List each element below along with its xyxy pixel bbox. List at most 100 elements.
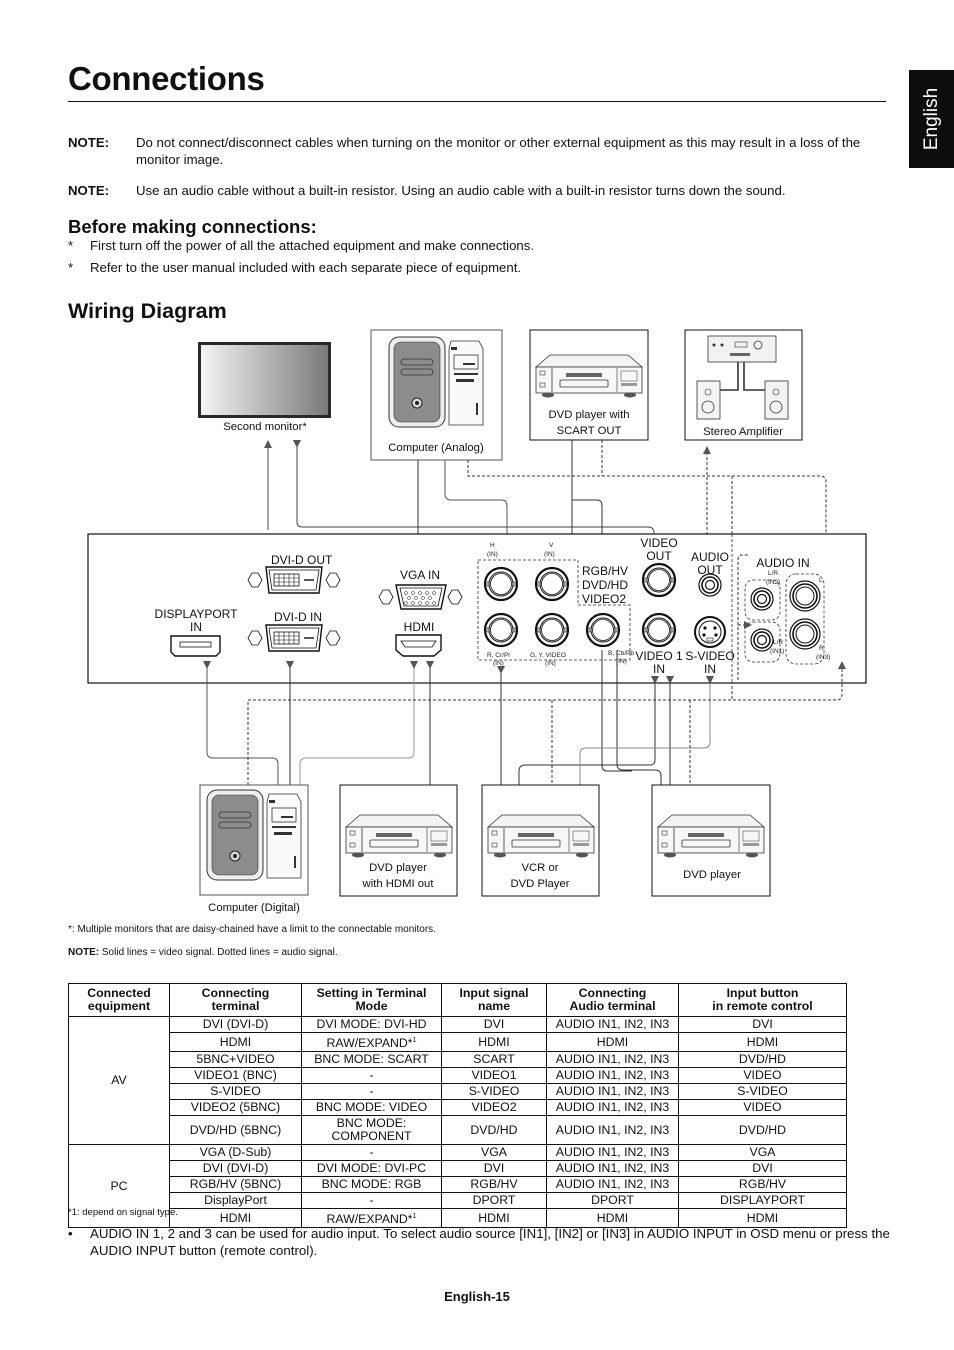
table-cell: S-VIDEO xyxy=(441,1083,547,1101)
table-row: VIDEO2 (5BNC) BNC MODE: VIDEO VIDEO2 AUDIO … xyxy=(69,1099,847,1117)
dvd-player-label: DVD player xyxy=(683,869,741,881)
bnc-r-label: R, Cr/Pr xyxy=(487,652,511,659)
bnc-v-label: V xyxy=(549,542,554,549)
bnc-r-port xyxy=(483,612,519,648)
bnc-v-port xyxy=(534,566,570,602)
table-cell: DVI xyxy=(441,1160,547,1178)
table-row: VIDEO1 (BNC) - VIDEO1 AUDIO IN1, IN2, IN3 VI… xyxy=(69,1067,847,1085)
table-cell: BNC MODE: RGB xyxy=(301,1176,442,1194)
bnc-h-port xyxy=(483,566,519,602)
table-cell: - xyxy=(301,1192,442,1210)
table-cell: DVD/HD xyxy=(441,1115,547,1146)
displayport-label-in: IN xyxy=(190,620,202,634)
bnc-in-label: (IN) xyxy=(616,658,627,665)
audio-out-label-2: OUT xyxy=(697,563,723,577)
bnc-in-label: (IN) xyxy=(487,551,498,558)
table-cell: DVI MODE: DVI-PC xyxy=(301,1160,442,1178)
dvi-d-out-label: DVI-D OUT xyxy=(271,553,333,567)
table-cell: S-VIDEO xyxy=(678,1083,847,1101)
s-video-label: S-VIDEO xyxy=(685,649,734,663)
table-cell: AUDIO IN1, IN2, IN3 xyxy=(546,1051,679,1069)
wiring-diagram: Second monitor* Computer (Analog) DVD pl… xyxy=(87,329,867,914)
diagram-note: NOTE: Solid lines = video signal. Dotted… xyxy=(68,947,338,958)
dvd-hdmi-label-1: DVD player xyxy=(369,862,427,874)
col-audio-terminal: Connecting Audio terminal xyxy=(546,983,679,1017)
col-connected-equipment: Connected equipment xyxy=(68,983,170,1017)
table-cell: AUDIO IN1, IN2, IN3 xyxy=(546,1115,679,1146)
dvd-player-scart: DVD player with SCART OUT xyxy=(529,329,649,441)
dvd-hdmi-label-2: with HDMI out xyxy=(362,878,435,890)
table-cell: DVI xyxy=(441,1016,547,1033)
video1-in-port xyxy=(641,612,677,648)
col-terminal-mode: Setting in Terminal Mode xyxy=(301,983,442,1017)
audio-in3-l-port xyxy=(789,580,821,612)
table-cell: VIDEO2 (5BNC) xyxy=(169,1099,302,1117)
table-cell: VGA xyxy=(441,1144,547,1162)
table-row: DVI (DVI-D) DVI MODE: DVI-PC DVI AUDIO IN1,… xyxy=(69,1160,847,1178)
audio-in2-port xyxy=(750,587,774,611)
video-out-label: VIDEO xyxy=(640,536,677,550)
displayport-in-port xyxy=(170,635,221,657)
in3-label: (IN3) xyxy=(816,654,830,661)
bnc-b-port xyxy=(585,612,621,648)
table-row: HDMI RAW/EXPAND*1 HDMI HDMI HDMI xyxy=(69,1031,847,1053)
computer-digital: Computer (Digital) xyxy=(199,784,309,914)
table-cell: HDMI xyxy=(546,1031,679,1053)
table-row: RGB/HV (5BNC) BNC MODE: RGB RGB/HV AUDIO IN… xyxy=(69,1176,847,1194)
bnc-g-label: G, Y, VIDEO xyxy=(530,652,566,659)
table-cell: AUDIO IN1, IN2, IN3 xyxy=(546,1016,679,1033)
table-cell: AUDIO IN1, IN2, IN3 xyxy=(546,1144,679,1162)
table-cell: AUDIO IN1, IN2, IN3 xyxy=(546,1067,679,1085)
table-cell: DisplayPort xyxy=(169,1192,302,1210)
table-cell: VGA xyxy=(678,1144,847,1162)
page-number: English-15 xyxy=(444,1289,510,1304)
dvi-d-in-label: DVI-D IN xyxy=(274,610,322,624)
monitor-panel: DVI-D OUT DVI-D IN DISPLAYPORT IN VGA IN… xyxy=(87,533,867,684)
audio-in3-r-port xyxy=(789,618,821,650)
table-cell: DPORT xyxy=(546,1192,679,1210)
connection-table: Connected equipment Connecting terminal Se… xyxy=(68,983,847,1229)
table-cell: VIDEO xyxy=(678,1099,847,1117)
table-cell: HDMI xyxy=(678,1031,847,1053)
table-cell: DVI xyxy=(678,1160,847,1178)
table-cell: HDMI xyxy=(441,1031,547,1053)
table-cell: VGA (D-Sub) xyxy=(169,1144,302,1162)
audio-in-label: AUDIO IN xyxy=(756,556,809,570)
audio-input-note: • AUDIO IN 1, 2 and 3 can be used for au… xyxy=(68,1225,898,1261)
vcr-or-dvd-player: VCR or DVD Player xyxy=(481,784,600,897)
table-cell: VIDEO2 xyxy=(441,1099,547,1117)
bnc-in-label: (IN) xyxy=(493,660,504,667)
dvd-player-hdmi: DVD player with HDMI out xyxy=(339,784,458,897)
col-connecting-terminal: Connecting terminal xyxy=(169,983,302,1017)
table-cell: AUDIO IN1, IN2, IN3 xyxy=(546,1099,679,1117)
table-cell: AUDIO IN1, IN2, IN3 xyxy=(546,1083,679,1101)
bnc-group-label-3: VIDEO2 xyxy=(582,592,626,606)
table-cell: VIDEO1 (BNC) xyxy=(169,1067,302,1085)
table-cell: RAW/EXPAND*1 xyxy=(301,1031,442,1053)
table-cell: BNC MODE: COMPONENT xyxy=(301,1115,442,1146)
table-row: 5BNC+VIDEO BNC MODE: SCART SCART AUDIO IN1,… xyxy=(69,1051,847,1069)
dvd-scart-label-2: SCART OUT xyxy=(557,425,622,437)
table-cell: - xyxy=(301,1067,442,1085)
computer-digital-label: Computer (Digital) xyxy=(208,902,300,914)
stereo-amp-label: Stereo Amplifier xyxy=(703,426,783,438)
video-out-label-2: OUT xyxy=(646,549,672,563)
l-label: L xyxy=(819,577,823,584)
table-cell: 5BNC+VIDEO xyxy=(169,1051,302,1069)
table-cell: DVI (DVI-D) xyxy=(169,1160,302,1178)
diagram-note-text: Solid lines = video signal. Dotted lines… xyxy=(101,947,338,958)
computer-analog: Computer (Analog) xyxy=(370,329,503,461)
dvd-player: DVD player xyxy=(651,784,771,897)
bnc-group-label-2: DVD/HD xyxy=(582,578,628,592)
hdmi-port xyxy=(395,634,442,657)
s-video-label-2: IN xyxy=(704,662,716,676)
video1-in-label-2: IN xyxy=(653,662,665,676)
displayport-label: DISPLAYPORT xyxy=(155,607,239,621)
bnc-b-label: B, Cb/Pb xyxy=(608,650,634,657)
table-cell: DVD/HD (5BNC) xyxy=(169,1115,302,1146)
col-input-button: Input button in remote control xyxy=(678,983,847,1017)
lr-label-2: L/R xyxy=(773,639,783,646)
table-cell: DISPLAYPORT xyxy=(678,1192,847,1210)
table-cell: BNC MODE: VIDEO xyxy=(301,1099,442,1117)
table-cell: AUDIO IN1, IN2, IN3 xyxy=(546,1160,679,1178)
